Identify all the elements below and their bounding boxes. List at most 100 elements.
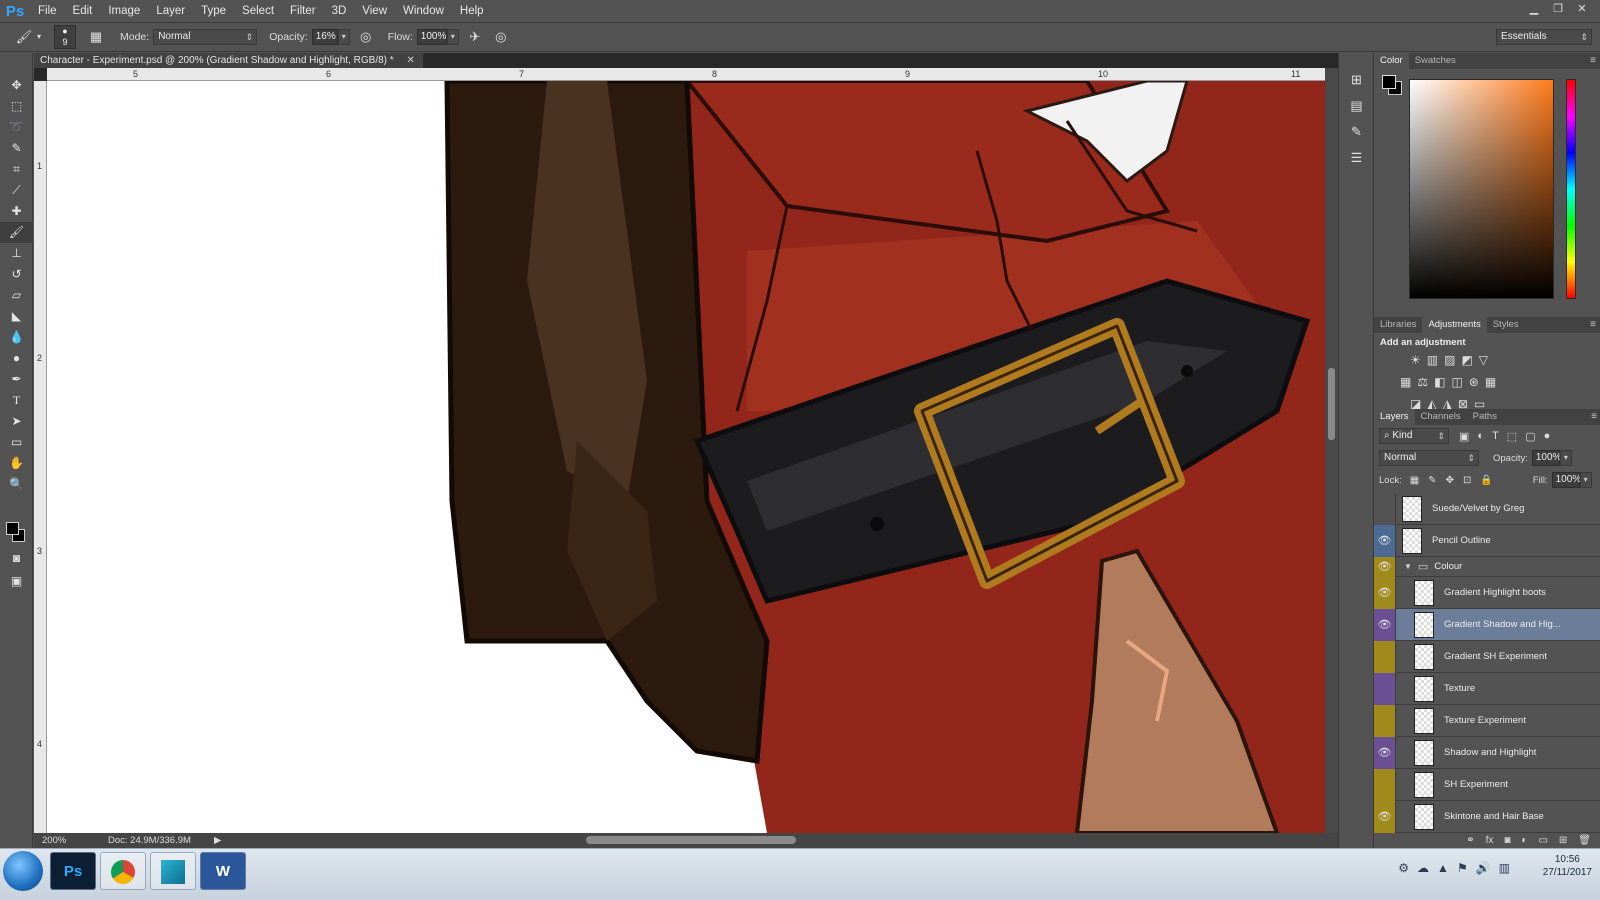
vertical-scroll-thumb[interactable] [1328, 368, 1335, 440]
tray-icon-4[interactable]: ⚑ [1457, 861, 1468, 875]
dropdown-arrow-icon[interactable]: ▾ [34, 27, 44, 47]
color-lookup-icon[interactable]: ▦ [1485, 375, 1496, 389]
lock-position-icon[interactable]: ✥ [1446, 475, 1454, 486]
lasso-tool-icon[interactable]: ➰ [0, 117, 33, 138]
blend-mode-select[interactable]: Normal [1379, 450, 1479, 466]
taskbar-app[interactable] [150, 852, 196, 890]
hand-tool-icon[interactable]: ✋ [0, 453, 33, 474]
layer-opacity-slider-toggle[interactable]: ▾ [1559, 450, 1572, 466]
tray-icon-2[interactable]: ☁ [1417, 861, 1429, 875]
adjustment-sliders-icon[interactable]: ☰ [1339, 145, 1374, 171]
fill-input[interactable]: 100% [1551, 472, 1581, 488]
tab-adjustments[interactable]: Adjustments [1422, 317, 1487, 333]
dodge-tool-icon[interactable]: ● [0, 348, 33, 369]
filter-kind-select[interactable]: ⌕ Kind [1379, 428, 1449, 444]
hue-saturation-icon[interactable]: ▦ [1400, 375, 1411, 389]
history-panel-icon[interactable]: ⊞ [1339, 67, 1374, 93]
type-filter-icon[interactable]: T [1492, 430, 1499, 443]
foreground-color-swatch[interactable] [6, 522, 19, 535]
properties-panel-icon[interactable]: ▤ [1339, 93, 1374, 119]
taskbar-chrome[interactable] [100, 852, 146, 890]
menu-filter[interactable]: Filter [282, 5, 324, 17]
foreground-color-chip[interactable] [1382, 75, 1396, 89]
menu-edit[interactable]: Edit [65, 5, 101, 17]
tab-layers[interactable]: Layers [1374, 409, 1415, 425]
network-icon[interactable]: ▥ [1499, 861, 1510, 875]
menu-window[interactable]: Window [395, 5, 452, 17]
menu-image[interactable]: Image [100, 5, 148, 17]
layer-opacity-input[interactable]: 100% [1531, 450, 1561, 466]
visibility-eye-icon[interactable] [1374, 768, 1396, 801]
flow-input[interactable]: 100% [416, 29, 447, 45]
pixel-filter-icon[interactable]: ▣ [1459, 430, 1469, 443]
layer-style-icon[interactable]: fx [1486, 834, 1494, 848]
layer-row[interactable]: 👁 Skintone and Hair Base [1374, 800, 1600, 833]
brush-tool-icon[interactable]: 🖌 [0, 222, 33, 243]
start-button[interactable] [3, 851, 43, 891]
opacity-slider-toggle[interactable]: ▾ [337, 29, 350, 45]
pressure-size-icon[interactable]: ◎ [491, 27, 511, 47]
filter-toggle-icon[interactable]: ● [1544, 430, 1551, 443]
menu-type[interactable]: Type [193, 5, 234, 17]
workspace-select[interactable]: Essentials [1496, 29, 1592, 45]
quick-selection-tool-icon[interactable]: ✎ [0, 138, 33, 159]
document-tab[interactable]: Character - Experiment.psd @ 200% (Gradi… [34, 53, 424, 68]
visibility-eye-icon[interactable]: 👁 [1374, 524, 1396, 557]
panel-menu-icon[interactable]: ≡ [1590, 317, 1596, 333]
vibrance-icon[interactable]: ▽ [1479, 353, 1488, 367]
layer-row[interactable]: SH Experiment [1374, 768, 1600, 801]
layer-row[interactable]: Gradient SH Experiment [1374, 640, 1600, 673]
flow-slider-toggle[interactable]: ▾ [446, 29, 459, 45]
zoom-tool-icon[interactable]: 🔍 [0, 474, 33, 495]
crop-tool-icon[interactable]: ⌗ [0, 159, 33, 180]
brightness-icon[interactable]: ☀ [1410, 353, 1421, 367]
clone-stamp-tool-icon[interactable]: ⊥ [0, 243, 33, 264]
lock-transparent-icon[interactable]: ▦ [1410, 475, 1419, 486]
menu-select[interactable]: Select [234, 5, 282, 17]
history-brush-tool-icon[interactable]: ↺ [0, 264, 33, 285]
vertical-scrollbar[interactable] [1325, 68, 1338, 833]
horizontal-scroll-thumb[interactable] [586, 836, 796, 844]
tab-color[interactable]: Color [1374, 53, 1409, 69]
path-selection-tool-icon[interactable]: ➤ [0, 411, 33, 432]
hue-slider[interactable] [1566, 79, 1576, 299]
tab-paths[interactable]: Paths [1467, 409, 1503, 425]
volume-icon[interactable]: 🔊 [1476, 861, 1491, 875]
zoom-level[interactable]: 200% [42, 833, 66, 848]
status-menu-arrow-icon[interactable]: ▶ [214, 833, 221, 848]
brush-presets-icon[interactable]: ✎ [1339, 119, 1374, 145]
visibility-eye-icon[interactable] [1374, 672, 1396, 705]
mode-select[interactable]: Normal [153, 29, 258, 45]
new-group-icon[interactable]: ▭ [1538, 834, 1547, 848]
airbrush-icon[interactable]: ✈ [465, 27, 485, 47]
menu-layer[interactable]: Layer [148, 5, 193, 17]
minimize-icon[interactable]: ▁ [1526, 2, 1542, 16]
color-balance-icon[interactable]: ⚖ [1417, 375, 1428, 389]
visibility-eye-icon[interactable] [1374, 640, 1396, 673]
close-document-icon[interactable]: ✕ [406, 55, 414, 66]
layer-row[interactable]: 👁 Gradient Shadow and Hig... [1374, 608, 1600, 641]
move-tool-icon[interactable]: ✥ [0, 75, 33, 96]
delete-layer-icon[interactable]: 🗑 [1578, 834, 1591, 848]
tray-icon-3[interactable]: ▲ [1437, 861, 1449, 875]
group-expand-icon[interactable]: ▼ [1404, 562, 1412, 571]
clock[interactable]: 10:56 27/11/2017 [1543, 853, 1592, 879]
tab-libraries[interactable]: Libraries [1374, 317, 1422, 333]
layer-row[interactable]: Texture Experiment [1374, 704, 1600, 737]
eraser-tool-icon[interactable]: ▱ [0, 285, 33, 306]
visibility-eye-icon[interactable]: 👁 [1374, 736, 1396, 769]
visibility-eye-icon[interactable]: 👁 [1374, 608, 1396, 641]
brush-panel-toggle-icon[interactable]: ▦ [86, 27, 106, 47]
new-adjustment-icon[interactable]: ◐ [1521, 834, 1527, 848]
visibility-eye-icon[interactable] [1374, 492, 1396, 525]
pen-tool-icon[interactable]: ✒ [0, 369, 33, 390]
rectangle-tool-icon[interactable]: ▭ [0, 432, 33, 453]
pressure-opacity-icon[interactable]: ◎ [356, 27, 376, 47]
layer-row[interactable]: 👁 Pencil Outline [1374, 524, 1600, 557]
restore-icon[interactable]: ❐ [1550, 2, 1566, 16]
blur-tool-icon[interactable]: 💧 [0, 327, 33, 348]
curves-icon[interactable]: ▨ [1444, 353, 1455, 367]
black-white-icon[interactable]: ◧ [1434, 375, 1445, 389]
taskbar-word[interactable]: W [200, 852, 246, 890]
eyedropper-tool-icon[interactable]: ⟋ [0, 180, 33, 201]
